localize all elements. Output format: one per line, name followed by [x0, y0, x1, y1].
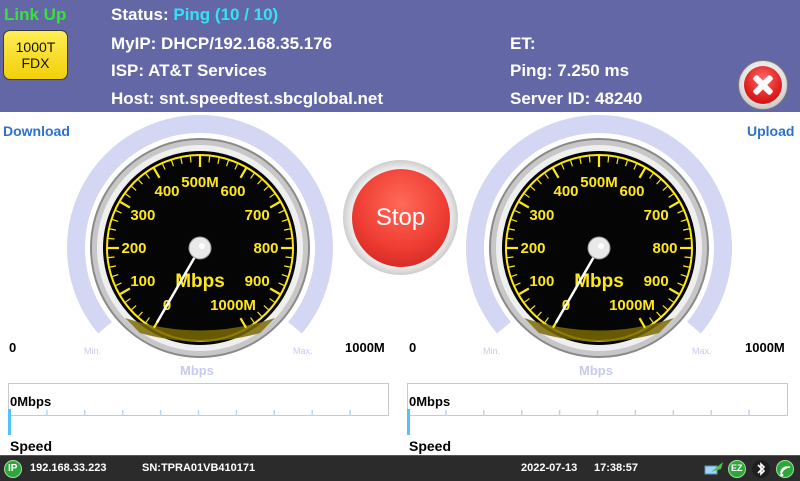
download-gauge-tick	[108, 237, 115, 240]
download-gauge-hub-cap	[199, 243, 205, 249]
ip-icon[interactable]: IP	[4, 460, 22, 478]
upload-gauge-tick-label: 800	[652, 240, 677, 257]
upload-gauge-tick	[507, 256, 514, 259]
download-speed-bar: 0Mbps	[8, 383, 389, 416]
status-value: Ping (10 / 10)	[173, 5, 279, 24]
link-speed-badge[interactable]: 1000T FDX	[3, 30, 68, 80]
upload-title: Upload	[747, 123, 795, 139]
status-bar: IP 192.168.33.223 SN:TPRA01VB410171 2022…	[0, 455, 800, 481]
download-speed-title: Speed	[10, 438, 53, 454]
link-speed-label: 1000T	[15, 39, 56, 55]
upload-scale-max: 1000M	[745, 340, 785, 355]
download-unit-label: Mbps	[180, 363, 214, 378]
download-gauge-tick-label: 1000M	[210, 297, 256, 314]
upload-gauge-tick-label: 200	[520, 240, 545, 257]
status-label: Status:	[111, 5, 169, 24]
upload-speed-value: 0Mbps	[409, 394, 451, 409]
download-gauge-tick	[189, 156, 192, 163]
upload-speed-indicator	[407, 409, 410, 435]
upload-gauge-tick-label: 900	[644, 273, 669, 290]
download-gauge-tick-label: 900	[245, 273, 270, 290]
download-scale-max: 1000M	[345, 340, 385, 355]
download-gauge: 0100200300400500M6007008009001000MMbps	[67, 115, 333, 358]
stop-button-label: Stop	[375, 203, 426, 231]
upload-unit-label: Mbps	[579, 363, 613, 378]
upload-gauge-hub-cap	[598, 243, 604, 249]
download-speed-indicator	[8, 409, 11, 435]
host-text: Host: snt.speedtest.sbcglobal.net	[111, 89, 384, 108]
upload-scale-min: 0	[409, 340, 417, 355]
upload-gauge-tick	[588, 156, 591, 163]
network-transfer-icon[interactable]	[704, 460, 723, 478]
stop-button[interactable]: Stop	[343, 160, 458, 275]
upload-gauge-tick	[607, 156, 610, 163]
ping-text: Ping: 7.250 ms	[510, 61, 630, 80]
upload-gauge-tick-label: 300	[529, 207, 554, 224]
download-gauge-tick	[285, 237, 292, 240]
download-gauge-tick-label: 100	[130, 273, 155, 290]
bluetooth-icon[interactable]	[752, 460, 770, 478]
download-gauge-tick-label: 800	[253, 240, 278, 257]
upload-gauge-unit: Mbps	[574, 271, 624, 292]
ez-icon[interactable]: EZ	[728, 460, 746, 478]
ez-badge-label: EZ	[731, 463, 743, 473]
download-gauge-tick-label: 300	[130, 207, 155, 224]
download-gauge-unit: Mbps	[175, 271, 225, 292]
ip-badge-label: IP	[8, 463, 18, 474]
download-gauge-tick-label: 200	[121, 240, 146, 257]
time-text: 17:38:57	[594, 462, 639, 474]
upload-gauge-tick-label: 1000M	[609, 297, 655, 314]
upload-min-label: Min.	[483, 346, 501, 356]
download-gauge-tick-label: 400	[154, 183, 179, 200]
download-speed-value: 0Mbps	[10, 394, 52, 409]
download-gauge-tick	[285, 256, 292, 259]
my-ip-text: MyIP: DHCP/192.168.35.176	[111, 34, 333, 53]
download-gauge-tick-label: 500M	[181, 174, 219, 191]
download-scale-min: 0	[9, 340, 17, 355]
server-id-text: Server ID: 48240	[510, 89, 643, 108]
upload-gauge-tick-label: 500M	[580, 174, 618, 191]
upload-gauge-tick-label: 600	[619, 183, 644, 200]
date-text: 2022-07-13	[521, 462, 578, 474]
upload-speed-scale	[445, 410, 750, 416]
status-ip-text: 192.168.33.223	[30, 462, 107, 474]
upload-gauge-tick-label: 100	[529, 273, 554, 290]
upload-gauge-tick-label: 400	[553, 183, 578, 200]
download-gauge-tick	[108, 256, 115, 259]
upload-gauge-tick	[507, 237, 514, 240]
status-line: Status: Ping (10 / 10)	[111, 5, 278, 25]
download-gauge-tick-label: 600	[220, 183, 245, 200]
upload-max-label: Max.	[692, 346, 712, 356]
link-status-label: Link Up	[4, 5, 67, 24]
download-gauge-tick	[208, 156, 211, 163]
close-icon	[744, 66, 782, 104]
download-title: Download	[3, 123, 70, 139]
close-button[interactable]	[738, 60, 788, 110]
upload-speed-bar: 0Mbps	[407, 383, 788, 416]
upload-gauge: 0100200300400500M6007008009001000MMbps	[466, 115, 732, 358]
download-gauge-tick-label: 700	[245, 207, 270, 224]
header-panel: Link Up 1000T FDX Status: Ping (10 / 10)…	[0, 0, 800, 112]
elapsed-time-text: ET:	[510, 34, 536, 53]
stop-button-face: Stop	[351, 168, 450, 267]
upload-gauge-tick	[684, 256, 691, 259]
link-duplex-label: FDX	[21, 55, 50, 71]
upload-speed-title: Speed	[409, 438, 452, 454]
download-speed-scale	[46, 410, 351, 416]
serial-number-text: SN:TPRA01VB410171	[142, 462, 256, 474]
upload-gauge-tick	[684, 237, 691, 240]
download-min-label: Min.	[84, 346, 102, 356]
download-max-label: Max.	[293, 346, 313, 356]
upload-gauge-tick-label: 700	[644, 207, 669, 224]
isp-text: ISP: AT&T Services	[111, 61, 267, 80]
wifi-icon[interactable]	[776, 460, 794, 478]
